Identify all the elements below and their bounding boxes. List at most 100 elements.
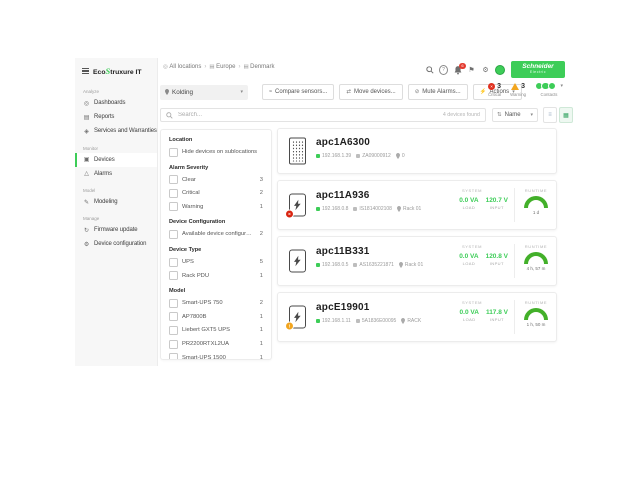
menu-icon[interactable] [82,68,89,75]
device-meta-item: 192.168.0.8 [316,206,348,212]
breadcrumb-label: All locations [169,64,201,70]
filter-option-label: Smart-UPS 1500 [182,355,226,360]
sidebar-item-devices[interactable]: ▣Devices [75,153,157,167]
breadcrumb-item-europe[interactable]: ▤ Europe [209,64,235,70]
sidebar-item-services-and-warranties[interactable]: ◈Services and Warranties [75,124,157,138]
search-icon[interactable] [425,66,434,75]
filter-option-ups[interactable]: UPS5 [169,258,263,267]
filter-option-clear[interactable]: Clear3 [169,175,263,184]
checkbox[interactable] [169,340,178,349]
device-meta-text: 192.168.1.39 [322,153,351,159]
breadcrumb-item-denmark[interactable]: ▤ Denmark [243,64,274,70]
device-card-apc11b331[interactable]: apc11B331192.168.0.5AS1635221871Rack 01S… [277,236,557,286]
sidebar-item-dashboards[interactable]: ◎Dashboards [75,96,157,110]
search-input[interactable] [176,111,440,119]
card-divider [514,188,515,222]
filter-option-count: 2 [257,190,263,196]
compare-sensors-button[interactable]: ≈Compare sensors... [262,84,334,100]
warning-status[interactable]: 3 Warning [510,82,526,97]
checkbox[interactable] [169,202,178,211]
checkbox[interactable] [169,353,178,360]
card-divider [514,244,515,278]
filter-option-liebert-gxt5-ups[interactable]: Liebert GXT5 UPS 1 [169,326,263,335]
sidebar-item-label: Services and Warranties [94,128,157,134]
topbar-icons: ? 6 ⚑ ⚙ [425,65,505,75]
filter-option-label: PR2200RTXL2UA [182,341,229,347]
filter-option-label: Liebert GXT5 UPS [182,327,230,333]
feedback-flag-icon[interactable]: ⚑ [467,66,476,75]
load-label: LOAD [460,317,479,322]
critical-label: Critical [488,92,501,97]
chevron-down-icon[interactable]: ▾ [560,83,563,89]
filter-group-device-configuration: Device ConfigurationAvailable device con… [169,219,263,239]
list-view-button[interactable]: ≡ [543,107,557,123]
app-logo: EcoStruxure IT [75,58,157,82]
critical-status[interactable]: ×3 Critical [488,82,501,97]
settings-gear-icon[interactable]: ⚙ [481,66,490,75]
filter-option-available-device-configurations[interactable]: Available device configurations2 [169,230,263,239]
toolbar: Kolding ▾ ≈Compare sensors... ⇄Move devic… [160,84,527,100]
ups-icon: × [289,194,306,217]
checkbox[interactable] [169,271,178,280]
system-label: SYSTEM [436,188,508,193]
device-meta-item: 192.168.0.5 [316,262,348,268]
filter-option-count: 1 [257,327,263,333]
search-field[interactable]: 4 devices found [160,108,486,122]
checkbox[interactable] [169,230,178,239]
ecostruxure-app: EcoStruxure IT Analyze◎Dashboards▤Report… [75,58,565,366]
filter-option-critical[interactable]: Critical2 [169,189,263,198]
filter-option-hide-devices-on-sublocations[interactable]: Hide devices on sublocations [169,148,263,157]
help-icon[interactable]: ? [439,66,448,75]
pin-icon [396,153,400,159]
filter-option-warning[interactable]: Warning1 [169,202,263,211]
mute-alarms-button[interactable]: ⊘Mute Alarms... [408,84,468,100]
sidebar: EcoStruxure IT Analyze◎Dashboards▤Report… [75,58,158,366]
checkbox[interactable] [169,258,178,267]
user-avatar[interactable] [495,65,505,75]
sidebar-item-reports[interactable]: ▤Reports [75,110,157,124]
contacts-status[interactable]: ▾ Contacts [535,82,563,97]
move-devices-button[interactable]: ⇄Move devices... [339,84,402,100]
device-card-apc11a936[interactable]: ×apc11A936192.168.0.8IS1814002108Rack 01… [277,180,557,230]
filter-option-rack-pdu[interactable]: Rack PDU1 [169,271,263,280]
checkbox[interactable] [169,189,178,198]
filter-option-pr2200rtxl2ua[interactable]: PR2200RTXL2UA1 [169,340,263,349]
runtime-value: 4 h, 57 m [518,266,554,271]
filter-group-title: Device Type [169,247,263,253]
filter-option-smart-ups-750[interactable]: Smart-UPS 7502 [169,299,263,308]
sort-value: Name [505,112,528,118]
checkbox[interactable] [169,312,178,321]
checkbox[interactable] [169,326,178,335]
device-card-apc1a6300[interactable]: apc1A6300192.168.1.39ZA090009120 [277,128,557,174]
sidebar-item-label: Alarms [94,171,112,177]
checkbox[interactable] [169,299,178,308]
notifications-bell-icon[interactable]: 6 [453,66,462,75]
filter-option-ap7800b[interactable]: AP7800B1 [169,312,263,321]
device-meta-text: IS1814002108 [359,206,392,212]
chevron-down-icon: ▾ [240,89,243,95]
sort-dropdown[interactable]: ⇅ Name ▾ [492,108,538,122]
runtime-section: RUNTIME1 d [518,188,554,215]
device-meta-item: 192.168.1.39 [316,153,351,159]
runtime-label: RUNTIME [518,244,554,249]
sidebar-item-modeling[interactable]: ✎Modeling [75,195,157,209]
sidebar-item-device-configuration[interactable]: ⚙Device configuration [75,237,157,251]
card-view-button[interactable]: ▦ [559,107,573,123]
checkbox[interactable] [169,148,178,157]
system-section: SYSTEM0.0 VALOAD117.8 VINPUT [436,300,508,322]
device-meta-text: 192.168.1.11 [322,318,351,324]
warning-count: 3 [521,83,525,90]
nic-icon [316,263,320,267]
serial-icon [356,319,360,323]
pin-icon [399,262,403,268]
filter-group-location: LocationHide devices on sublocations [169,137,263,157]
sidebar-item-firmware-update[interactable]: ↻Firmware update [75,223,157,237]
breadcrumb-item-all-locations[interactable]: ◎ All locations [163,64,201,70]
input-reading: 117.8 VINPUT [486,309,508,323]
checkbox[interactable] [169,175,178,184]
filter-option-smart-ups-1500[interactable]: Smart-UPS 15001 [169,353,263,360]
location-filter-dropdown[interactable]: Kolding ▾ [160,85,248,100]
device-card-apce19901[interactable]: !apcE19901192.168.1.115A1836E00095RACKSY… [277,292,557,342]
filter-option-count: 1 [257,273,263,279]
sidebar-item-alarms[interactable]: △Alarms [75,167,157,181]
